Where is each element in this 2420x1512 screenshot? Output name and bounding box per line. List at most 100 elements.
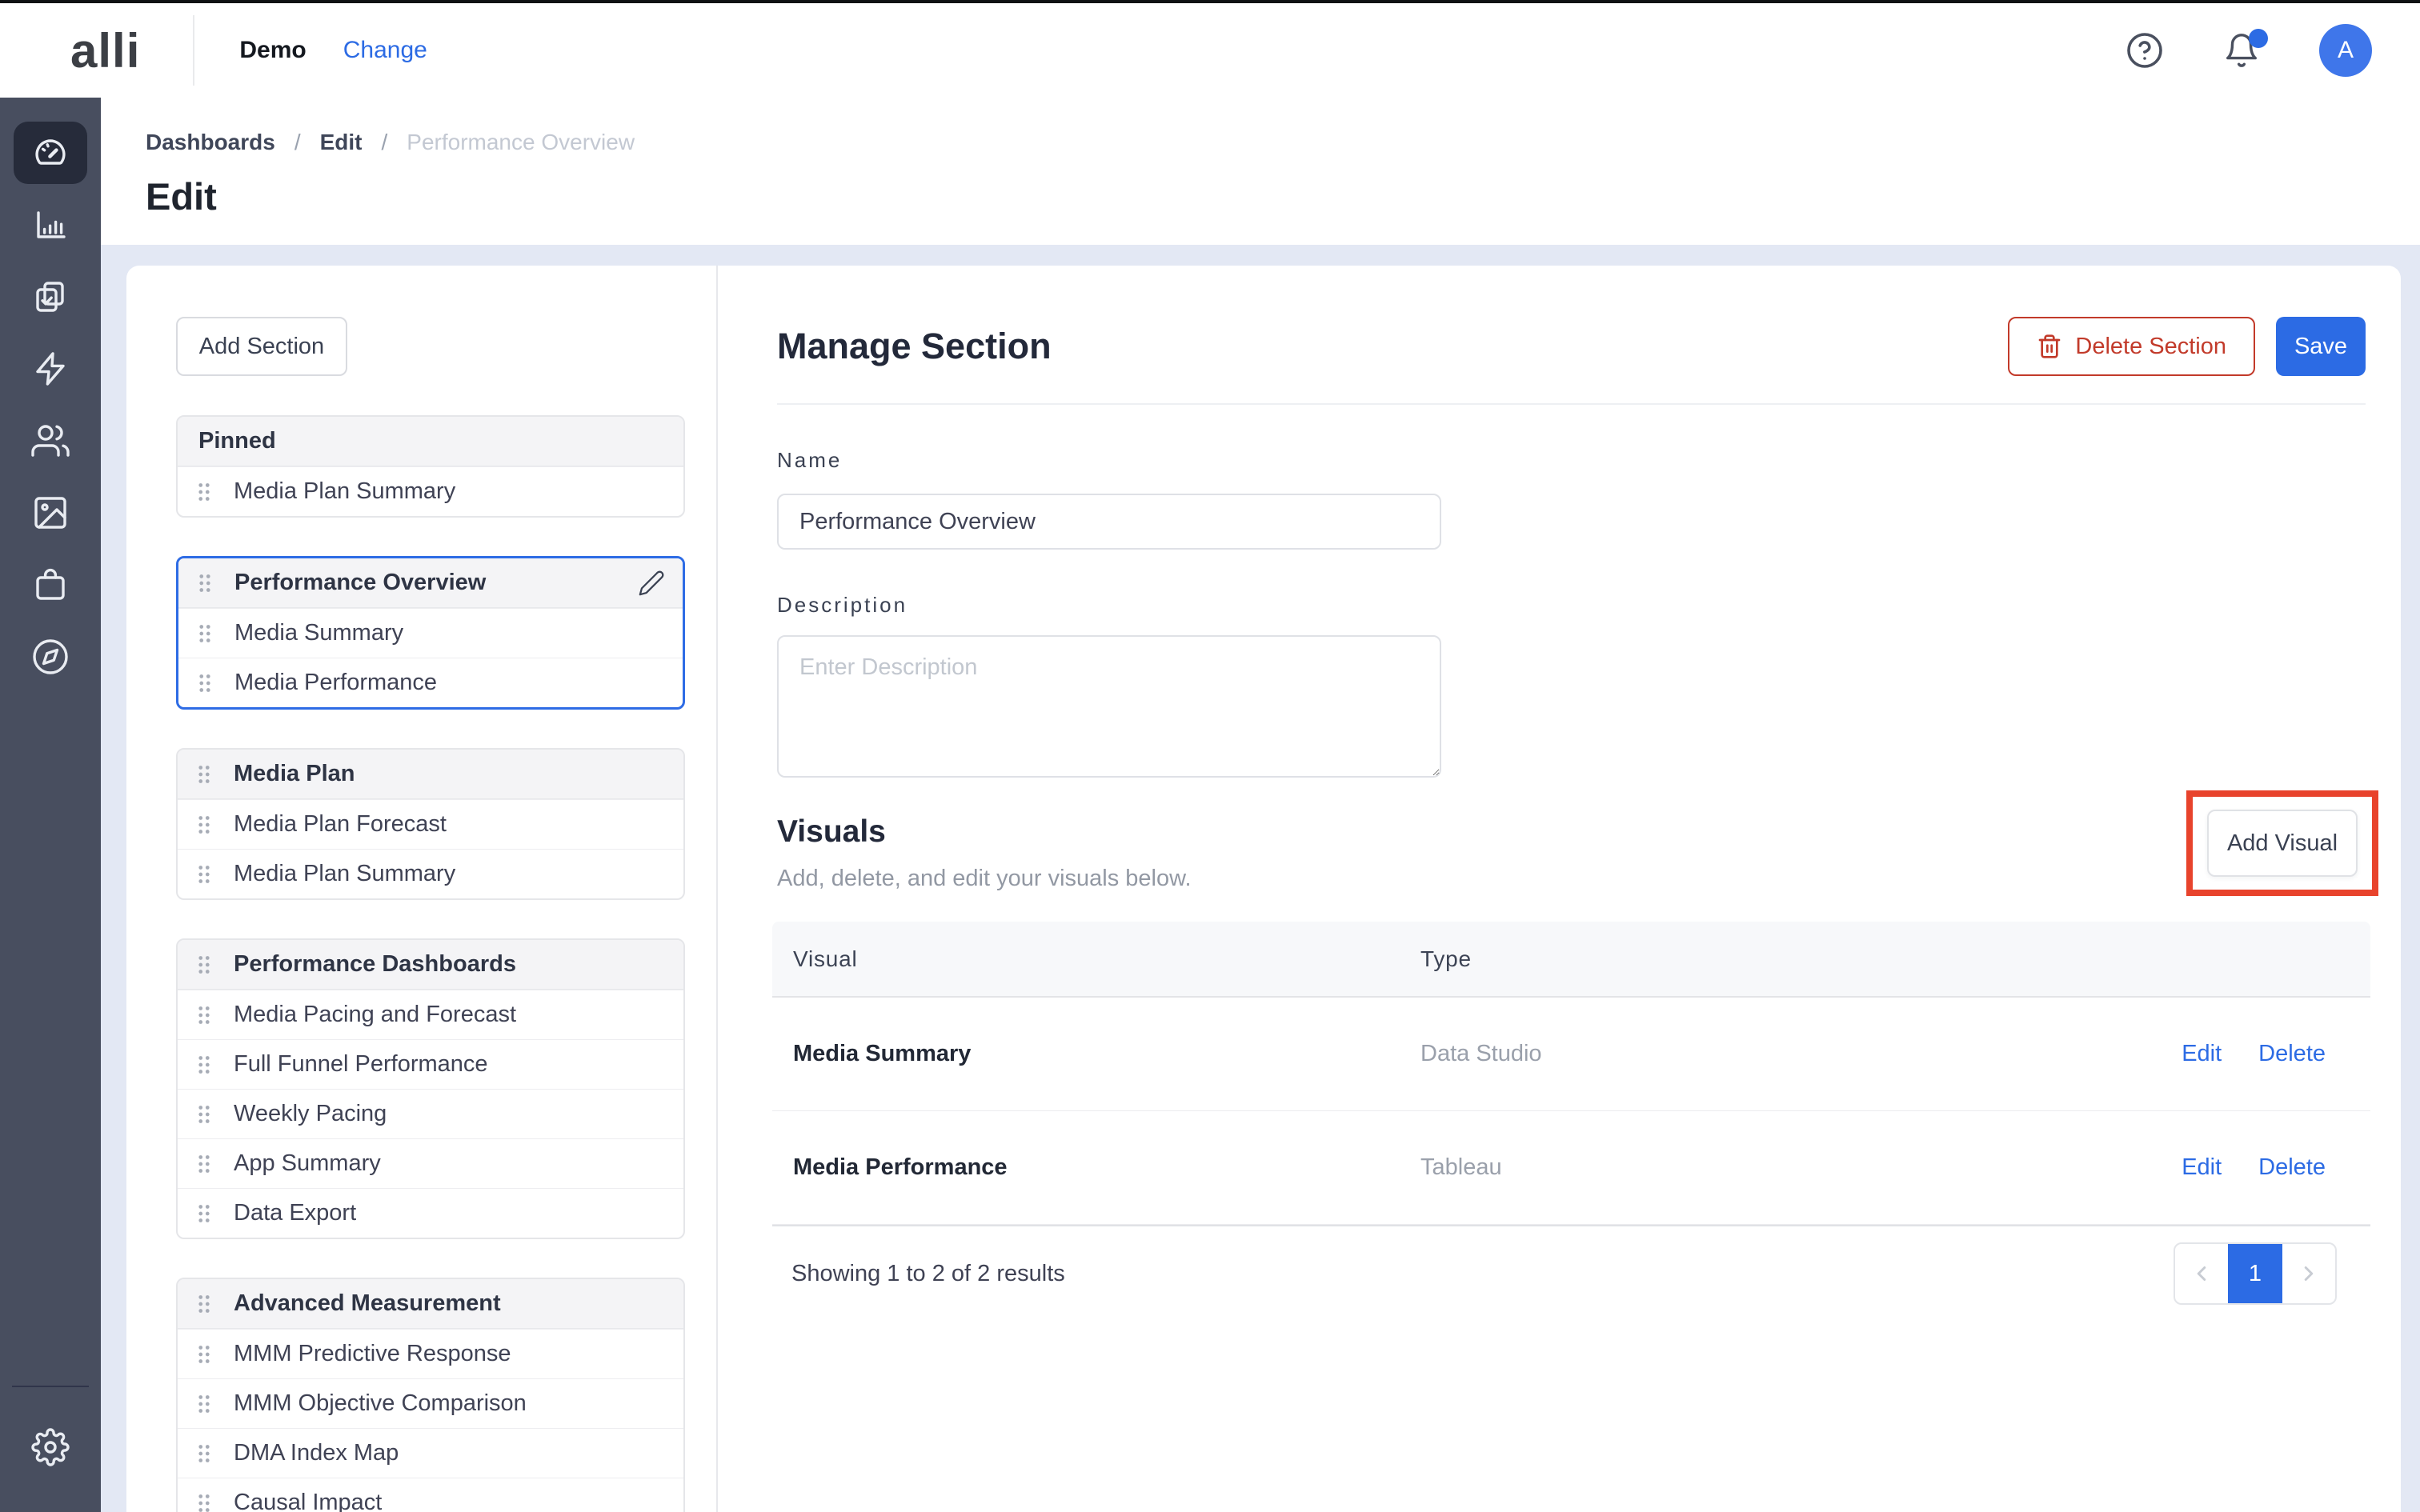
section-item[interactable]: MMM Objective Comparison <box>178 1378 683 1428</box>
sidebar-item-shopping[interactable] <box>14 554 87 616</box>
section-item[interactable]: Media Performance <box>178 658 683 707</box>
drag-handle-icon[interactable] <box>194 1002 214 1028</box>
edit-section-pencil-icon[interactable] <box>638 570 665 597</box>
delete-visual-link[interactable]: Delete <box>2258 1041 2326 1067</box>
sidebar-nav <box>0 98 101 1512</box>
drag-handle-icon[interactable] <box>194 1391 214 1417</box>
sidebar-item-automation[interactable] <box>14 338 87 400</box>
sidebar-item-charts[interactable] <box>14 194 87 256</box>
delete-visual-link[interactable]: Delete <box>2258 1154 2326 1181</box>
chevron-left-icon <box>2190 1262 2214 1286</box>
section-group-performance-overview: Performance Overview Media Summary Media… <box>176 556 685 710</box>
section-group-advanced-measurement: Advanced Measurement MMM Predictive Resp… <box>176 1278 685 1512</box>
edit-visual-link[interactable]: Edit <box>2182 1154 2222 1181</box>
section-item[interactable]: Media Plan Forecast <box>178 799 683 849</box>
client-name: Demo <box>239 37 306 64</box>
visuals-title: Visuals <box>777 814 1192 850</box>
manage-section-title: Manage Section <box>777 326 1052 367</box>
drag-handle-icon[interactable] <box>194 1201 214 1226</box>
drag-handle-icon[interactable] <box>194 1342 214 1367</box>
add-section-button[interactable]: Add Section <box>176 317 347 376</box>
description-textarea[interactable] <box>777 635 1441 778</box>
visual-type-cell: Tableau <box>1420 1154 2182 1181</box>
trash-icon <box>2037 334 2062 359</box>
name-label: Name <box>777 448 2366 473</box>
group-header[interactable]: Advanced Measurement <box>178 1279 683 1329</box>
change-client-link[interactable]: Change <box>343 37 427 64</box>
pagination: 1 <box>2174 1242 2337 1305</box>
delete-section-button[interactable]: Delete Section <box>2008 317 2255 376</box>
manage-section-panel: Manage Section Delete Section Save <box>718 266 2401 1512</box>
breadcrumb-edit[interactable]: Edit <box>320 130 363 155</box>
visual-name-cell: Media Summary <box>772 1041 1420 1067</box>
section-item[interactable]: App Summary <box>178 1138 683 1188</box>
add-visual-button[interactable]: Add Visual <box>2207 810 2358 877</box>
bar-chart-icon <box>31 206 70 244</box>
group-header[interactable]: Performance Dashboards <box>178 940 683 990</box>
drag-handle-icon[interactable] <box>194 1102 214 1127</box>
pagination-prev-button[interactable] <box>2175 1244 2228 1303</box>
notifications-bell-icon[interactable] <box>2223 32 2260 69</box>
section-item[interactable]: Causal Impact <box>178 1478 683 1512</box>
section-item[interactable]: Full Funnel Performance <box>178 1039 683 1089</box>
drag-handle-icon[interactable] <box>194 762 214 787</box>
sidebar-item-explore[interactable] <box>14 626 87 688</box>
drag-handle-icon[interactable] <box>194 862 214 887</box>
results-count-text: Showing 1 to 2 of 2 results <box>791 1261 1065 1287</box>
drag-handle-icon[interactable] <box>194 812 214 838</box>
visual-name-cell: Media Performance <box>772 1154 1420 1181</box>
help-icon[interactable] <box>2126 31 2164 70</box>
section-item[interactable]: MMM Predictive Response <box>178 1329 683 1378</box>
section-item[interactable]: Weekly Pacing <box>178 1089 683 1138</box>
section-divider <box>777 403 2366 405</box>
edit-visual-link[interactable]: Edit <box>2182 1041 2222 1067</box>
group-header[interactable]: Media Plan <box>178 750 683 799</box>
group-header[interactable]: Performance Overview <box>178 558 683 608</box>
sidebar-item-creative[interactable] <box>14 482 87 544</box>
page-title: Edit <box>146 174 2420 218</box>
drag-handle-icon[interactable] <box>194 621 215 646</box>
header-divider <box>193 15 194 86</box>
save-button[interactable]: Save <box>2276 317 2366 376</box>
column-header-visual: Visual <box>772 946 1420 972</box>
pagination-next-button[interactable] <box>2282 1244 2335 1303</box>
drag-handle-icon[interactable] <box>194 952 214 978</box>
notification-dot <box>2249 29 2268 48</box>
pagination-page-1[interactable]: 1 <box>2228 1244 2282 1303</box>
name-input[interactable] <box>777 494 1441 550</box>
drag-handle-icon[interactable] <box>194 1490 214 1512</box>
visuals-subtitle: Add, delete, and edit your visuals below… <box>777 866 1192 892</box>
breadcrumb-dashboards[interactable]: Dashboards <box>146 130 275 155</box>
lightning-icon <box>31 350 70 388</box>
section-item[interactable]: Media Plan Summary <box>178 466 683 516</box>
app-header: alli Demo Change A <box>0 3 2420 98</box>
drag-handle-icon[interactable] <box>194 570 215 596</box>
sidebar-item-reports[interactable] <box>14 266 87 328</box>
sidebar-divider <box>12 1386 89 1387</box>
drag-handle-icon[interactable] <box>194 1052 214 1078</box>
breadcrumb: Dashboards / Edit / Performance Overview <box>146 130 2420 155</box>
description-label: Description <box>777 593 2366 618</box>
group-header: Pinned <box>178 417 683 466</box>
sidebar-item-dashboards[interactable] <box>14 122 87 184</box>
chevron-right-icon <box>2297 1262 2321 1286</box>
drag-handle-icon[interactable] <box>194 670 215 696</box>
drag-handle-icon[interactable] <box>194 1441 214 1466</box>
alli-logo: alli <box>70 23 140 78</box>
clipboard-check-icon <box>31 278 70 316</box>
visual-type-cell: Data Studio <box>1420 1041 2182 1067</box>
sections-panel: Add Section Pinned Media Plan Summary <box>126 266 718 1512</box>
drag-handle-icon[interactable] <box>194 1151 214 1177</box>
user-avatar[interactable]: A <box>2319 24 2372 77</box>
section-item[interactable]: Data Export <box>178 1188 683 1238</box>
visuals-table: Visual Type Media Summary Data Studio Ed… <box>772 922 2370 1321</box>
sidebar-item-settings[interactable] <box>14 1416 87 1478</box>
sidebar-item-audiences[interactable] <box>14 410 87 472</box>
drag-handle-icon[interactable] <box>194 479 214 505</box>
drag-handle-icon[interactable] <box>194 1291 214 1317</box>
gear-icon <box>31 1428 70 1466</box>
section-item[interactable]: Media Summary <box>178 608 683 658</box>
section-item[interactable]: Media Plan Summary <box>178 849 683 898</box>
section-item[interactable]: DMA Index Map <box>178 1428 683 1478</box>
section-item[interactable]: Media Pacing and Forecast <box>178 990 683 1039</box>
